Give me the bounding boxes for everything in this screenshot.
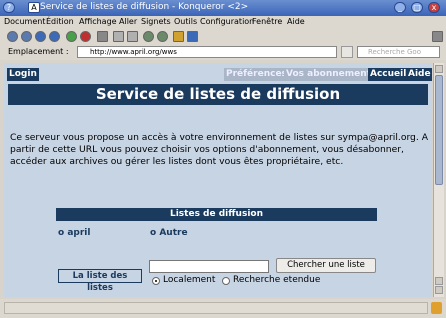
minimize-icon[interactable]: _ — [394, 2, 406, 13]
vertical-scrollbar[interactable] — [433, 63, 444, 297]
stop-icon[interactable] — [80, 31, 91, 42]
zoom-in-icon[interactable] — [143, 31, 154, 42]
activity-icon — [432, 31, 443, 42]
web-search-input[interactable]: Recherche Goo — [357, 46, 440, 58]
status-bar — [0, 299, 446, 318]
list-item-other[interactable]: o Autre — [150, 228, 188, 238]
menu-bar: Document Édition Affichage Aller Signets… — [0, 16, 446, 29]
menu-edit[interactable]: Édition — [46, 17, 74, 26]
list-item-april[interactable]: o april — [58, 228, 90, 238]
nav-preferences[interactable]: Préférences — [224, 68, 289, 81]
nav-login[interactable]: Login — [7, 68, 39, 81]
list-item-label[interactable]: april — [67, 228, 90, 238]
page-title: Service de listes de diffusion — [8, 84, 428, 105]
window-title-bar[interactable]: ? A Service de listes de diffusion - Kon… — [0, 0, 446, 16]
nav-help[interactable]: Aide — [406, 68, 432, 81]
home-icon[interactable] — [49, 31, 60, 42]
radio-extended[interactable] — [222, 277, 230, 285]
copy-icon[interactable] — [113, 31, 124, 42]
nav-home[interactable]: Accueil — [368, 68, 409, 81]
menu-bookmarks[interactable]: Signets — [141, 17, 171, 26]
search-list-button[interactable]: Chercher une liste — [276, 258, 376, 273]
scroll-up-icon[interactable] — [435, 65, 443, 73]
go-icon[interactable] — [341, 46, 353, 58]
intro-text: Ce serveur vous propose un accès à votre… — [10, 132, 429, 167]
scroll-up-icon[interactable] — [435, 277, 443, 285]
toolbar — [0, 29, 446, 45]
status-text — [4, 302, 428, 314]
list-item-label[interactable]: Autre — [159, 228, 187, 238]
back-icon[interactable] — [7, 31, 18, 42]
menu-document[interactable]: Document — [4, 17, 45, 26]
menu-tools[interactable]: Outils — [174, 17, 197, 26]
status-icon — [431, 302, 442, 314]
print-icon[interactable] — [97, 31, 108, 42]
forward-icon[interactable] — [21, 31, 32, 42]
list-search-label: La liste des listes — [58, 269, 142, 293]
window-title: Service de listes de diffusion - Konquer… — [40, 2, 249, 12]
close-icon[interactable]: x — [428, 2, 440, 13]
reload-icon[interactable] — [66, 31, 77, 42]
menu-help[interactable]: Aide — [287, 17, 305, 26]
radio-local[interactable] — [152, 277, 160, 285]
security-icon[interactable] — [173, 31, 184, 42]
up-icon[interactable] — [35, 31, 46, 42]
paste-icon[interactable] — [127, 31, 138, 42]
menu-settings[interactable]: Configuration — [200, 17, 254, 26]
lists-header: Listes de diffusion — [56, 208, 377, 221]
maximize-icon[interactable]: □ — [411, 2, 423, 13]
radio-extended-label: Recherche etendue — [233, 275, 321, 285]
bookmark-icon[interactable] — [187, 31, 198, 42]
list-search-input[interactable] — [149, 260, 269, 273]
zoom-out-icon[interactable] — [157, 31, 168, 42]
page-viewport: Login Préférences Vos abonnements Accuei… — [4, 63, 432, 297]
help-icon[interactable]: ? — [3, 2, 15, 13]
app-icon: A — [28, 2, 40, 13]
nav-subscriptions[interactable]: Vos abonnements — [284, 68, 379, 81]
scroll-down-icon[interactable] — [435, 286, 443, 294]
scroll-thumb[interactable] — [435, 75, 443, 185]
url-input[interactable]: http://www.april.org/wws — [77, 46, 337, 58]
menu-go[interactable]: Aller — [119, 17, 137, 26]
menu-window[interactable]: Fenêtre — [252, 17, 282, 26]
location-label: Emplacement : — [8, 47, 69, 56]
menu-view[interactable]: Affichage — [79, 17, 117, 26]
radio-local-label: Localement — [163, 275, 216, 285]
